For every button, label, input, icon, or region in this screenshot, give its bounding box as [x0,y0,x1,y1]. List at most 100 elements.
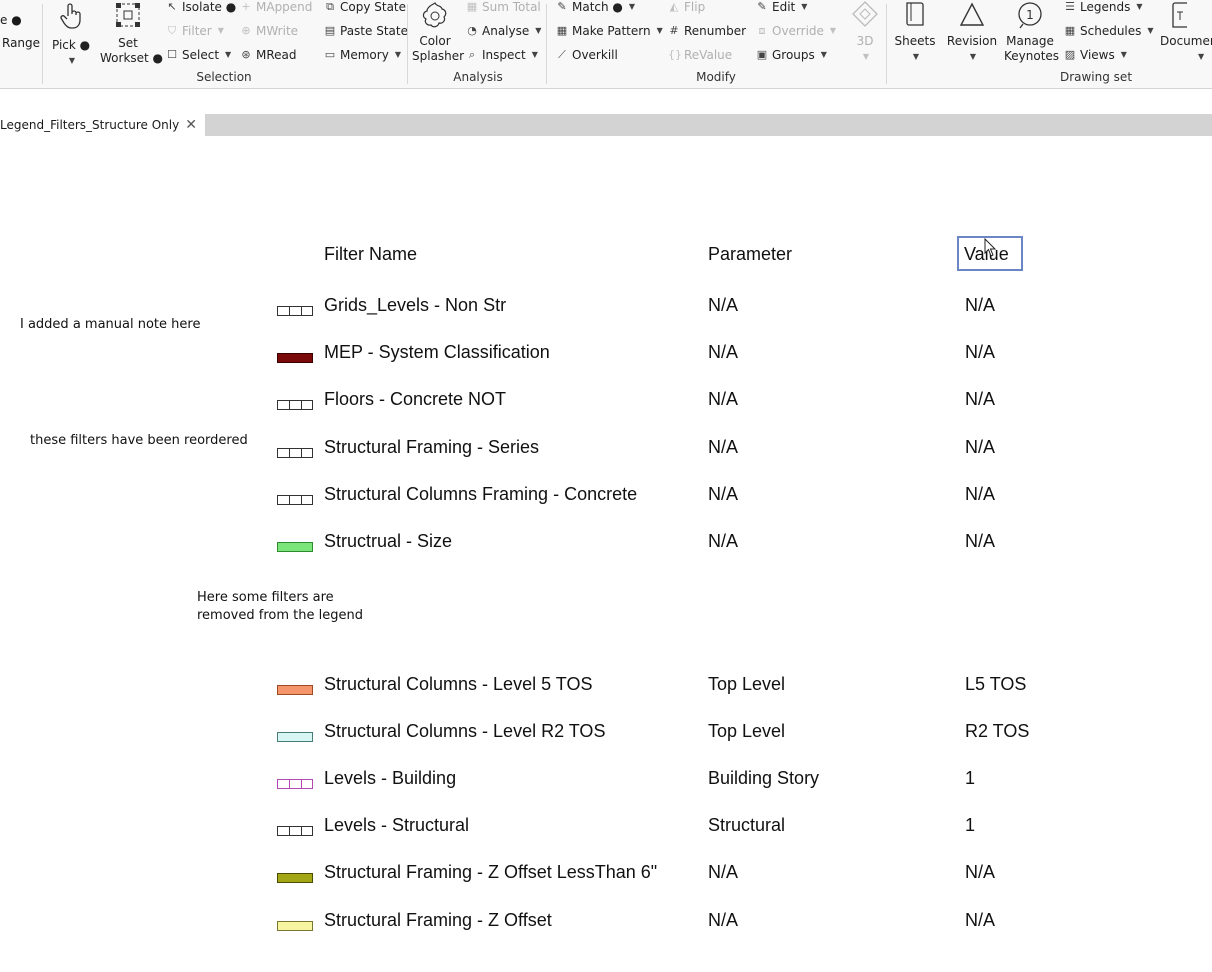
ribbon-separator [886,4,887,84]
analyse-button[interactable]: ◔ Analyse ▼ [466,24,541,38]
copy-state-button[interactable]: ⧉ Copy State [324,0,406,14]
renumber-button[interactable]: # Renumber [668,24,746,38]
circle-plus-icon: ⊕ [241,24,251,37]
filter-parameter: N/A [708,862,739,883]
cut-off-toggle[interactable]: e ● [0,13,22,27]
chevron-down-icon: ▼ [862,52,870,61]
set-workset-button[interactable]: Set Workset ● [100,2,164,66]
sum-total-button[interactable]: ▦ Sum Total [466,0,541,14]
paste-state-button[interactable]: ▤ Paste State [324,24,408,38]
cube-icon [852,1,878,27]
mappend-button[interactable]: + MAppend [240,0,312,14]
revision-label: Revision [946,34,998,48]
set-workset-label-2: Workset ● [100,51,164,65]
magnifier-icon: ⌕ [468,48,476,61]
override-button[interactable]: ⧈ Override ▼ [756,24,837,38]
match-button[interactable]: ✎ Match ● ▼ [556,0,635,14]
image-icon: ▨ [1064,48,1076,61]
view-tab-title: Legend_Filters_Structure Only [0,118,180,132]
view-tab[interactable]: Legend_Filters_Structure Only ✕ [0,114,205,136]
isolate-button[interactable]: ↖ Isolate ● [166,0,236,14]
filter-name: Levels - Building [324,767,457,788]
filter-parameter: N/A [708,483,739,504]
documents-button[interactable]: Documen ▼ [1160,0,1212,64]
3d-button[interactable]: 3D ▼ [848,0,882,64]
ribbon-separator [42,4,43,84]
note-reordered[interactable]: these filters have been reordered [30,432,248,450]
revalue-button[interactable]: {} ReValue [668,48,732,62]
filter-parameter: N/A [708,342,739,363]
filter-swatch [277,447,313,458]
mwrite-button[interactable]: ⊕ MWrite [240,24,298,38]
color-splasher-label-1: Color [419,34,451,48]
filter-button[interactable]: ⛉ Filter ▼ [166,24,224,38]
revision-button[interactable]: Revision ▼ [946,0,998,64]
view-tab-strip: Legend_Filters_Structure Only ✕ [0,114,1212,136]
groups-button[interactable]: ▣ Groups ▼ [756,48,827,62]
color-splasher-button[interactable]: Color Splasher [412,0,465,64]
pick-button[interactable]: Pick ● ▼ [52,2,90,68]
filter-swatch [277,306,313,316]
filter-value: N/A [965,483,996,504]
filter-name: Structural Columns - Level R2 TOS [324,720,606,741]
filter-swatch [277,920,313,931]
clipboard-icon: ▤ [324,24,336,37]
mread-button[interactable]: ⊛ MRead [240,48,296,62]
filter-value: N/A [965,909,996,930]
override-icon: ⧈ [758,24,766,37]
keynote-tag-icon: 1 [1018,2,1042,29]
legend-list-icon: ☰ [1065,0,1075,13]
filter-name: Grids_Levels - Non Str [324,295,507,315]
filter-parameter: Top Level [708,673,786,694]
ribbon-separator [407,4,408,84]
overkill-button[interactable]: ⟋ Overkill [556,48,618,62]
filter-name: Structural Framing - Z Offset [324,909,552,930]
chevron-down-icon: ▼ [535,26,542,35]
svg-text:1: 1 [1026,8,1034,22]
checkbox-icon: ☐ [167,48,177,61]
chevron-down-icon: ▼ [829,26,837,35]
memory-icon: ▭ [324,48,336,61]
color-splasher-label-2: Splasher [412,49,465,63]
copy-icon: ⧉ [326,0,334,13]
inspect-button[interactable]: ⌕ Inspect ▼ [466,48,538,62]
filter-name: MEP - System Classification [324,342,550,363]
memory-button[interactable]: ▭ Memory ▼ [324,48,401,62]
note-removed[interactable]: Here some filters are removed from the l… [197,589,363,625]
select-button[interactable]: ☐ Select ▼ [166,48,231,62]
filter-swatch [277,684,313,695]
manage-keynotes-button[interactable]: 1 Manage Keynotes [1004,0,1059,64]
splash-icon [422,2,447,28]
workset-icon [116,3,140,27]
legends-button[interactable]: ☰ Legends ▼ [1064,0,1142,14]
filter-parameter: N/A [708,436,739,457]
circle-target-icon: ⊛ [241,48,251,61]
sheets-button[interactable]: Sheets ▼ [894,0,936,64]
flip-button[interactable]: ◭ Flip [668,0,705,14]
group-icon: ▣ [756,48,768,61]
chevron-down-icon: ▼ [656,26,663,35]
chevron-down-icon: ▼ [628,2,636,11]
table-icon: ▦ [1064,24,1076,37]
panel-label-modify: Modify [696,70,736,84]
range-button[interactable]: Range [2,36,40,50]
filter-swatch [277,826,313,837]
header-filter-name: Filter Name [324,244,418,264]
overkill-icon: ⟋ [558,48,566,61]
filter-value: L5 TOS [965,673,1027,694]
filter-value: N/A [965,862,996,883]
triangle-icon [959,2,985,26]
make-pattern-button[interactable]: ▦ Make Pattern ▼ [556,24,663,38]
header-parameter: Parameter [708,244,793,264]
filter-name: Levels - Structural [324,815,470,836]
legend-view-canvas[interactable]: Filter Name Parameter Value Grids_Levels… [0,136,1212,972]
edit-button[interactable]: ✎ Edit ▼ [756,0,807,14]
chevron-down-icon: ▼ [1120,50,1127,59]
filter-swatch [277,873,313,884]
schedules-button[interactable]: ▦ Schedules ▼ [1064,24,1154,38]
close-icon[interactable]: ✕ [185,117,197,133]
note-manual[interactable]: I added a manual note here [20,316,200,334]
manage-keynotes-label-1: Manage [1006,34,1054,48]
chevron-down-icon: ▼ [394,50,401,59]
views-button[interactable]: ▨ Views ▼ [1064,48,1127,62]
